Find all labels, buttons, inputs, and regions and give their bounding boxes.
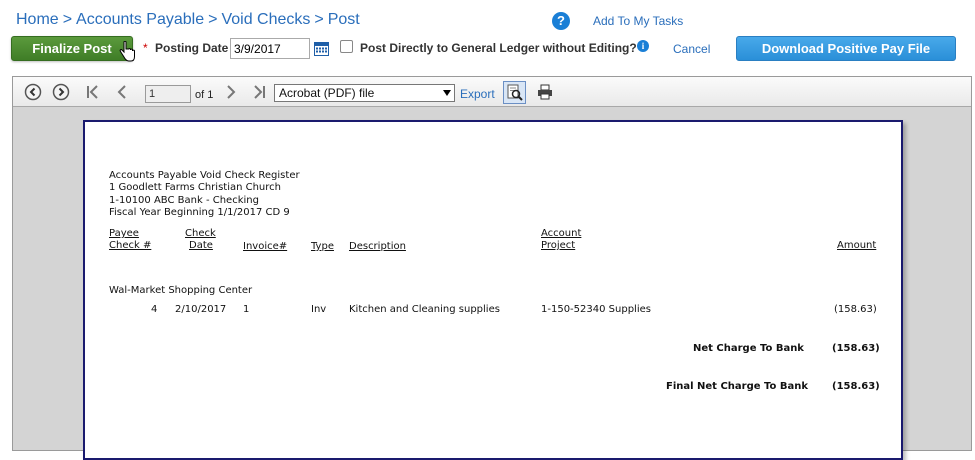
print-icon[interactable] — [536, 83, 554, 101]
row-invoice: 1 — [243, 304, 250, 315]
column-header-check-number: Check # — [109, 240, 152, 251]
report-bank-account: 1-10100 ABC Bank - Checking — [109, 195, 259, 206]
column-header-amount: Amount — [837, 240, 877, 251]
breadcrumb-home[interactable]: Home — [16, 11, 59, 28]
dropdown-arrow-icon — [443, 90, 451, 96]
breadcrumb: Home > Accounts Payable > Void Checks > Post — [16, 11, 360, 29]
find-in-document-icon — [507, 84, 523, 101]
report-page: Accounts Payable Void Check Register 1 G… — [83, 120, 903, 460]
required-indicator: * — [143, 41, 148, 55]
final-net-charge-value: (158.63) — [832, 381, 880, 392]
column-header-type: Type — [311, 241, 334, 252]
breadcrumb-separator: > — [314, 11, 324, 28]
breadcrumb-separator: > — [62, 11, 73, 28]
find-text-button[interactable] — [503, 81, 526, 104]
posting-date-input[interactable] — [230, 38, 310, 59]
row-description: Kitchen and Cleaning supplies — [349, 304, 500, 315]
column-header-check: Check — [185, 228, 216, 239]
breadcrumb-void-checks[interactable]: Void Checks — [221, 11, 310, 28]
page-count-label: of 1 — [195, 89, 214, 101]
export-link[interactable]: Export — [460, 87, 495, 101]
help-icon[interactable]: ? — [552, 12, 570, 30]
forward-circle-icon[interactable] — [52, 83, 70, 101]
export-format-value: Acrobat (PDF) file — [279, 86, 375, 100]
report-organization: 1 Goodlett Farms Christian Church — [109, 182, 282, 193]
first-page-icon[interactable] — [84, 83, 102, 101]
cancel-link[interactable]: Cancel — [673, 42, 710, 56]
column-header-description: Description — [349, 241, 406, 252]
hand-cursor-icon — [119, 41, 135, 62]
post-directly-checkbox[interactable] — [340, 40, 353, 53]
last-page-icon[interactable] — [250, 83, 268, 101]
finalize-post-button[interactable]: Finalize Post — [11, 36, 133, 61]
add-to-my-tasks-link[interactable]: Add To My Tasks — [593, 14, 683, 28]
row-check-date: 2/10/2017 — [175, 304, 227, 315]
previous-page-icon[interactable] — [113, 83, 131, 101]
row-type: Inv — [311, 304, 327, 315]
posting-date-label: Posting Date — [155, 41, 229, 55]
report-viewer: of 1 Acrobat (PDF) file Export — [12, 76, 972, 460]
net-charge-label: Net Charge To Bank — [693, 343, 804, 354]
breadcrumb-accounts-payable[interactable]: Accounts Payable — [76, 11, 204, 28]
column-header-invoice: Invoice# — [243, 241, 288, 252]
report-fiscal-year: Fiscal Year Beginning 1/1/2017 CD 9 — [109, 207, 290, 218]
net-charge-value: (158.63) — [832, 343, 880, 354]
column-header-account: Account — [541, 228, 582, 239]
row-amount: (158.63) — [834, 304, 877, 315]
column-header-date: Date — [189, 240, 213, 251]
viewer-toolbar: of 1 Acrobat (PDF) file Export — [13, 77, 971, 107]
export-format-select[interactable]: Acrobat (PDF) file — [274, 84, 455, 102]
page-number-input[interactable] — [145, 85, 191, 103]
payee-name: Wal-Market Shopping Center — [109, 285, 253, 296]
info-icon[interactable]: i — [637, 40, 649, 52]
report-title: Accounts Payable Void Check Register — [109, 170, 300, 181]
final-net-charge-label: Final Net Charge To Bank — [666, 381, 808, 392]
row-account: 1-150-52340 Supplies — [541, 304, 651, 315]
back-circle-icon[interactable] — [24, 83, 42, 101]
breadcrumb-separator: > — [208, 11, 218, 28]
column-header-project: Project — [541, 240, 576, 251]
row-check-number: 4 — [151, 304, 158, 315]
breadcrumb-current-post: Post — [327, 11, 360, 28]
next-page-icon[interactable] — [222, 83, 240, 101]
column-header-payee: Payee — [109, 228, 139, 239]
post-directly-label: Post Directly to General Ledger without … — [360, 41, 637, 55]
calendar-icon[interactable] — [314, 41, 329, 56]
download-positive-pay-button[interactable]: Download Positive Pay File — [736, 36, 956, 61]
